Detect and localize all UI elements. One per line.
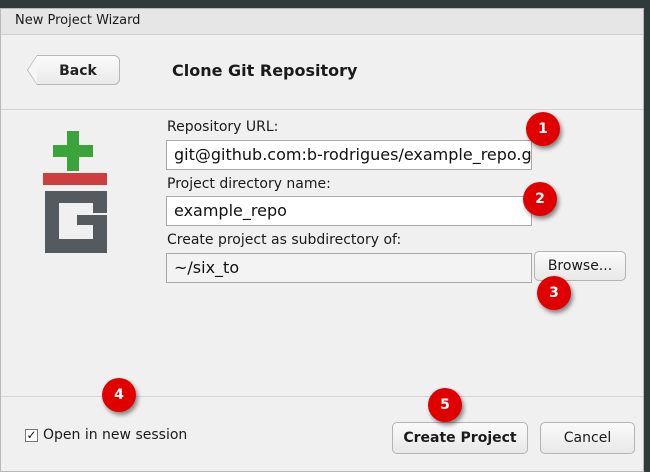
- subdirectory-input: ~/six_to: [166, 253, 532, 283]
- back-button-label: Back: [59, 63, 97, 79]
- create-project-button[interactable]: Create Project: [392, 422, 528, 454]
- annotation-badge-3: 3: [537, 276, 571, 310]
- annotation-badge-5: 5: [428, 388, 462, 422]
- back-button[interactable]: Back: [27, 55, 120, 85]
- open-new-session-label[interactable]: Open in new session: [43, 427, 187, 443]
- annotation-badge-1: 1: [526, 112, 560, 146]
- annotation-badge-4: 4: [102, 378, 136, 412]
- project-directory-label: Project directory name:: [167, 176, 331, 192]
- repository-url-label: Repository URL:: [167, 119, 279, 135]
- git-logo-icon: [43, 131, 107, 253]
- cancel-button[interactable]: Cancel: [540, 422, 635, 454]
- footer-divider: [1, 396, 643, 397]
- window-title: New Project Wizard: [1, 9, 643, 35]
- checkmark-icon: ✓: [26, 428, 37, 442]
- open-new-session-checkbox[interactable]: ✓: [25, 429, 38, 442]
- page-title: Clone Git Repository: [172, 61, 358, 80]
- annotation-badge-2: 2: [523, 182, 557, 216]
- subdirectory-label: Create project as subdirectory of:: [167, 232, 402, 248]
- project-directory-input[interactable]: example_repo: [166, 196, 532, 226]
- repository-url-input[interactable]: git@github.com:b-rodrigues/example_repo.…: [166, 140, 532, 170]
- new-project-wizard-window: New Project Wizard Back Clone Git Reposi…: [0, 8, 644, 472]
- wizard-header: Back Clone Git Repository: [1, 35, 643, 110]
